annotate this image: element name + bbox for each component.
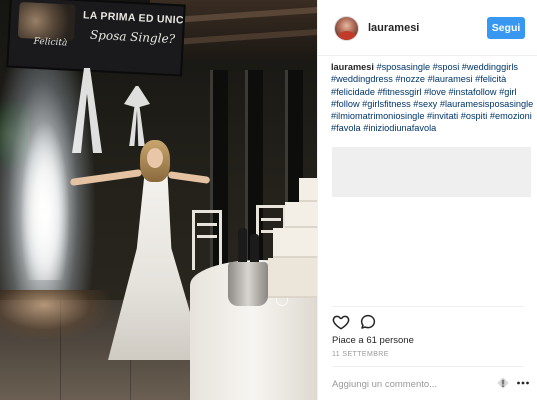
more-dots-icon[interactable] xyxy=(516,376,530,390)
caption-author-link[interactable]: lauramesi xyxy=(331,62,374,72)
post-photo[interactable]: LA PRIMA ED UNICA Sposa Single? Felicità xyxy=(0,0,317,400)
hashtag-link[interactable]: #weddingdress xyxy=(331,74,393,84)
hashtag-link[interactable]: #ilmiomatrimoniosingle xyxy=(331,111,424,121)
hashtag-link[interactable]: #invitati xyxy=(427,111,458,121)
wedding-banner: LA PRIMA ED UNICA Sposa Single? Felicità xyxy=(6,0,186,77)
hashtag-link[interactable]: #felicità xyxy=(475,74,506,84)
hashtag-link[interactable]: #lauramesisposasingle xyxy=(440,99,533,109)
post-date[interactable]: 11 SETTEMBRE xyxy=(332,351,389,358)
hashtag-link[interactable]: #emozioni xyxy=(490,111,532,121)
hashtag-link[interactable]: #felicidade xyxy=(331,87,375,97)
fireworks-fountain-core xyxy=(20,120,70,280)
banner-subtitle: Sposa Single? xyxy=(89,27,176,47)
white-bow xyxy=(124,86,150,146)
hashtag-link[interactable]: #love xyxy=(424,87,446,97)
ice-bucket xyxy=(228,262,268,306)
heart-icon[interactable] xyxy=(332,313,350,331)
like-count[interactable]: Piace a 61 persone xyxy=(332,335,414,346)
emoji-icon[interactable] xyxy=(495,376,511,390)
post-caption: lauramesi #sposasingle #sposi #weddinggi… xyxy=(331,61,534,135)
post-details-panel: lauramesi Segui lauramesi #sposasingle #… xyxy=(317,0,537,400)
hashtag-link[interactable]: #favola xyxy=(331,123,361,133)
divider xyxy=(332,366,524,367)
hashtag-link[interactable]: #follow xyxy=(331,99,360,109)
comment-bubble-icon[interactable] xyxy=(359,313,377,331)
hashtag-link[interactable]: #sexy xyxy=(413,99,437,109)
comments-placeholder xyxy=(332,147,531,197)
banner-couple-photo xyxy=(17,1,76,41)
hashtag-link[interactable]: #sposasingle xyxy=(376,62,430,72)
hashtag-link[interactable]: #nozze xyxy=(395,74,425,84)
hashtag-link[interactable]: #instafollow xyxy=(449,87,497,97)
post-header: lauramesi Segui xyxy=(318,0,537,56)
banner-headline: LA PRIMA ED UNICA xyxy=(82,9,186,27)
avatar[interactable] xyxy=(334,16,359,41)
comment-input[interactable] xyxy=(332,377,492,391)
hashtag-link[interactable]: #fitnessgirl xyxy=(378,87,422,97)
hashtag-link[interactable]: #girlsfitness xyxy=(362,99,411,109)
wedding-cake xyxy=(268,178,317,298)
sparks-on-floor xyxy=(0,290,110,340)
hashtag-link[interactable]: #weddinggirls xyxy=(462,62,518,72)
hashtag-link[interactable]: #girl xyxy=(499,87,516,97)
hashtag-link[interactable]: #sposi xyxy=(433,62,460,72)
hashtag-link[interactable]: #iniziodiunafavola xyxy=(363,123,436,133)
hashtag-link[interactable]: #ospiti xyxy=(461,111,488,121)
username-link[interactable]: lauramesi xyxy=(368,22,419,34)
hashtag-list: #sposasingle #sposi #weddinggirls #weddi… xyxy=(331,62,533,133)
hashtag-link[interactable]: #lauramesi xyxy=(428,74,473,84)
banner-script-text: Felicità xyxy=(33,36,68,49)
divider xyxy=(332,306,524,307)
follow-button[interactable]: Segui xyxy=(487,17,525,39)
